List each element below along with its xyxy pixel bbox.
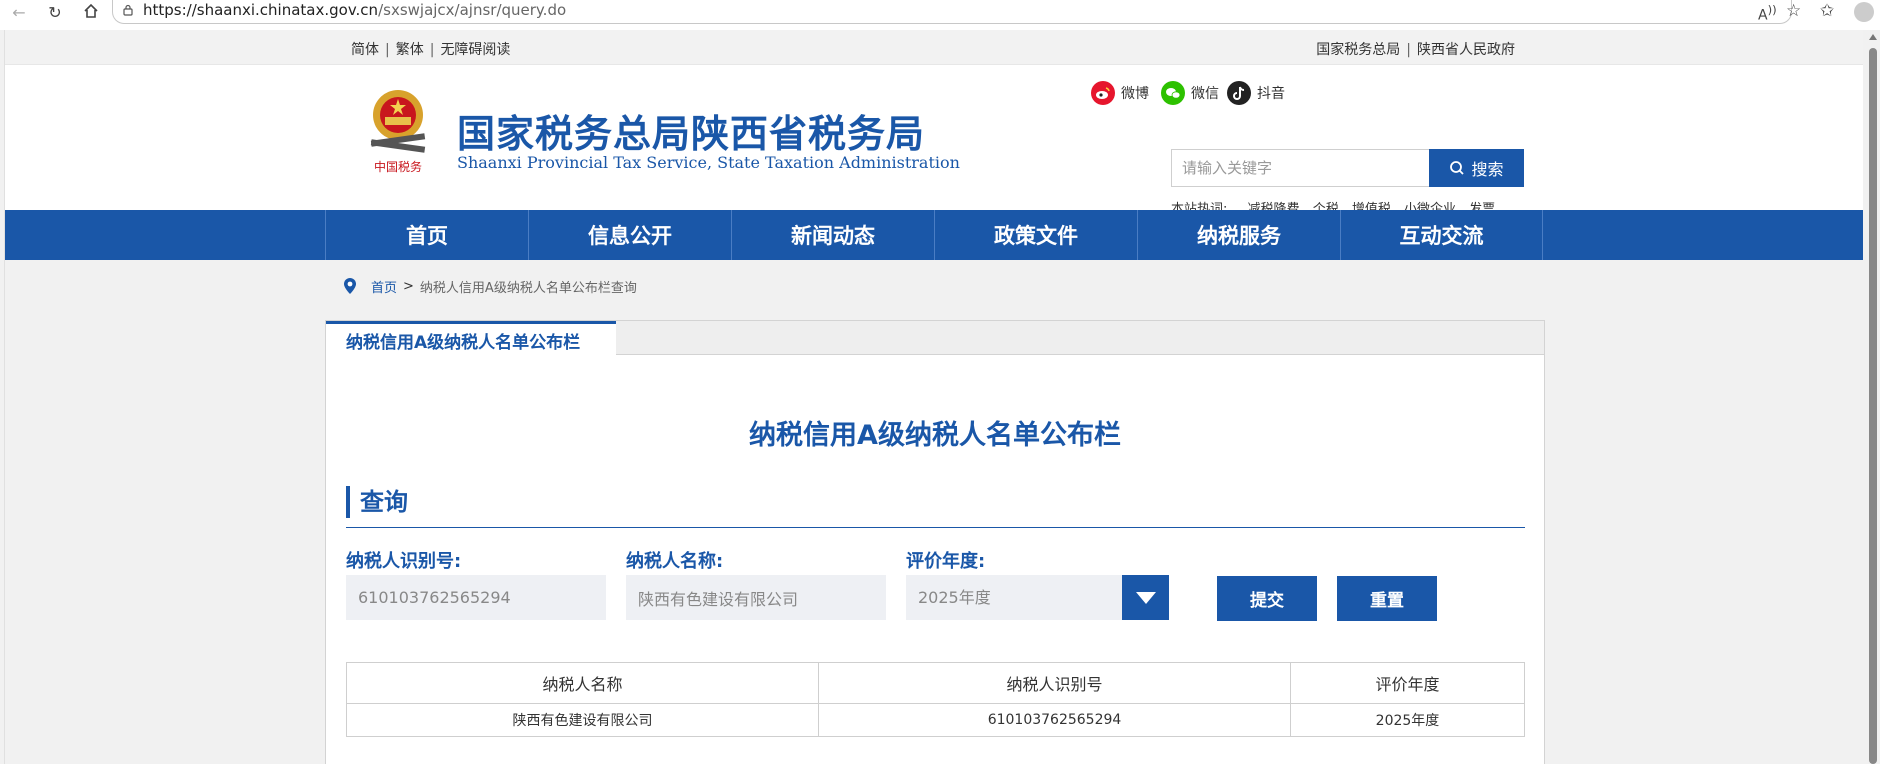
weibo-link[interactable]: 微博 [1091,81,1149,105]
address-bar[interactable]: https://shaanxi.chinatax.gov.cn/sxswjajc… [112,0,1792,24]
content-panel: 纳税信用A级纳税人名单公布栏 纳税信用A级纳税人名单公布栏 查询 纳税人识别号:… [325,320,1545,764]
page-title: 纳税信用A级纳税人名单公布栏 [749,420,1121,451]
read-aloud-icon[interactable]: A)) [1758,3,1777,24]
triangle-down-icon [1135,591,1156,604]
state-tax-link[interactable]: 国家税务总局 [1316,42,1400,58]
nav-interaction[interactable]: 互动交流 [1340,210,1543,260]
traditional-link[interactable]: 繁体 [396,42,424,58]
back-arrow-icon[interactable]: ← [8,3,30,23]
nav-home[interactable]: 首页 [325,210,528,260]
shaanxi-gov-link[interactable]: 陕西省人民政府 [1417,42,1515,58]
taxpayer-name-label: 纳税人名称: [626,551,724,572]
favorite-star-icon[interactable]: ☆ [1786,1,1801,21]
eval-year-label: 评价年度: [906,551,986,572]
home-icon[interactable] [80,3,102,23]
column-header: 评价年度 [1290,662,1525,704]
site-subtitle: Shaanxi Provincial Tax Service, State Ta… [457,153,960,172]
reload-icon[interactable]: ↻ [44,3,66,23]
weibo-icon [1091,81,1115,105]
breadcrumb-home[interactable]: 首页 [371,277,397,296]
result-table: 纳税人名称 纳税人识别号 评价年度 陕西有色建设有限公司 61010376256… [346,662,1525,737]
tab-bar: 纳税信用A级纳税人名单公布栏 [326,321,1544,356]
reset-button[interactable]: 重置 [1337,576,1437,621]
table-cell: 610103762565294 [818,703,1291,737]
page-scrollbar[interactable] [1866,30,1880,764]
browser-toolbar: ← ↻ https://shaanxi.chinatax.gov.cn/sxsw… [0,0,1880,30]
breadcrumb: 首页 > 纳税人信用A级纳税人名单公布栏查询 [343,276,637,296]
taxpayer-name-input[interactable] [626,575,886,620]
location-pin-icon [344,278,356,294]
nav-info-disclosure[interactable]: 信息公开 [528,210,731,260]
douyin-icon [1227,81,1251,105]
search-input[interactable] [1171,149,1430,187]
table-cell: 陕西有色建设有限公司 [346,703,819,737]
column-header: 纳税人识别号 [818,662,1291,704]
taxpayer-id-label: 纳税人识别号: [346,551,462,572]
nav-tax-service[interactable]: 纳税服务 [1137,210,1340,260]
national-emblem-logo[interactable]: 中国税务 [363,85,433,185]
simplified-link[interactable]: 简体 [351,42,379,58]
favorites-list-icon[interactable]: ✩ [1820,1,1834,21]
wechat-icon [1161,81,1185,105]
main-nav: 首页 信息公开 新闻动态 政策文件 纳税服务 互动交流 [5,210,1863,260]
eval-year-select[interactable]: 2025年度 [906,575,1122,620]
section-title: 查询 [346,486,408,518]
profile-avatar-icon[interactable] [1854,2,1874,22]
column-header: 纳税人名称 [346,662,819,704]
nav-policy[interactable]: 政策文件 [934,210,1137,260]
site-header: 中国税务 国家税务总局陕西省税务局 Shaanxi Provincial Tax… [5,65,1863,217]
search-button[interactable]: 搜索 [1429,149,1524,187]
url-text: https://shaanxi.chinatax.gov.cn/sxswjajc… [143,1,567,19]
scroll-up-arrow-icon[interactable] [1869,34,1877,40]
site-title: 国家税务总局陕西省税务局 [457,112,926,156]
tab-a-level-list[interactable]: 纳税信用A级纳税人名单公布栏 [326,321,616,356]
utility-bar: 简体 | 繁体 | 无障碍阅读 国家税务总局 | 陕西省人民政府 [5,30,1863,65]
breadcrumb-current: 纳税人信用A级纳税人名单公布栏查询 [419,280,637,296]
scroll-thumb[interactable] [1869,48,1877,764]
eval-year-dropdown-button[interactable] [1122,575,1169,620]
svg-text:中国税务: 中国税务 [374,159,422,174]
page: 简体 | 繁体 | 无障碍阅读 国家税务总局 | 陕西省人民政府 中国税务 国家税务总局陕西… [4,30,1863,764]
lock-icon [123,4,133,16]
search-icon [1450,161,1465,175]
accessibility-link[interactable]: 无障碍阅读 [440,42,510,58]
section-divider [346,527,1525,528]
table-row: 陕西有色建设有限公司 610103762565294 2025年度 [346,703,1525,737]
table-cell: 2025年度 [1290,703,1525,737]
taxpayer-id-input[interactable] [346,575,606,620]
wechat-link[interactable]: 微信 [1161,81,1219,105]
nav-news[interactable]: 新闻动态 [731,210,934,260]
submit-button[interactable]: 提交 [1217,576,1317,621]
douyin-link[interactable]: 抖音 [1227,81,1285,105]
